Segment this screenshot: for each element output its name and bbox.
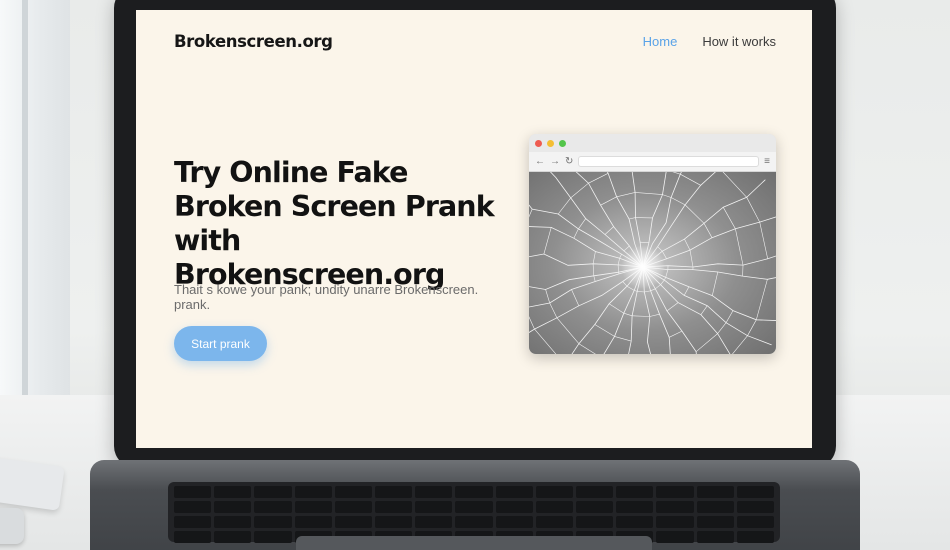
laptop-keyboard xyxy=(168,482,780,543)
hero-subtitle: Thait s kowe your pank; undity unarre Br… xyxy=(174,282,479,312)
keyboard-key xyxy=(375,501,413,513)
keyboard-key xyxy=(535,486,573,498)
keyboard-key xyxy=(254,516,292,528)
nav-link-how-it-works[interactable]: How it works xyxy=(702,34,776,49)
brand-logo[interactable]: Brokenscreen.org xyxy=(174,32,333,51)
keyboard-key xyxy=(214,486,252,498)
keyboard-key xyxy=(174,516,212,528)
keyboard-key xyxy=(576,516,614,528)
keyboard-key xyxy=(214,501,252,513)
hero-title: Try Online Fake Broken Screen Prank with… xyxy=(174,156,495,291)
keyboard-key xyxy=(495,516,533,528)
keyboard-key xyxy=(495,501,533,513)
laptop-screen: Brokenscreen.org Home How it works Try O… xyxy=(136,10,812,448)
keyboard-key xyxy=(736,516,774,528)
menu-icon: ≡ xyxy=(764,155,770,167)
keyboard-key xyxy=(616,516,654,528)
keyboard-key xyxy=(495,486,533,498)
keyboard-key xyxy=(696,501,734,513)
cracked-glass-image xyxy=(529,172,776,354)
keyboard-key xyxy=(736,531,774,543)
keyboard-key xyxy=(375,516,413,528)
keyboard-key xyxy=(656,516,694,528)
keyboard-key xyxy=(696,531,734,543)
start-prank-button[interactable]: Start prank xyxy=(174,326,267,361)
mockup-toolbar: ← → ↻ ≡ xyxy=(529,152,776,172)
room-window xyxy=(0,0,70,400)
keyboard-key xyxy=(214,531,252,543)
keyboard-key xyxy=(576,501,614,513)
keyboard-key xyxy=(736,501,774,513)
mockup-address-bar xyxy=(578,156,760,167)
back-arrow-icon: ← xyxy=(535,155,545,167)
keyboard-key xyxy=(214,516,252,528)
keyboard-key xyxy=(455,516,493,528)
keyboard-key xyxy=(656,531,694,543)
window-minimize-dot-icon xyxy=(547,139,554,147)
mockup-title-bar xyxy=(529,134,776,152)
keyboard-key xyxy=(334,486,372,498)
room-window-frame xyxy=(22,0,28,400)
keyboard-key xyxy=(415,501,453,513)
keyboard-key xyxy=(174,531,212,543)
keyboard-key xyxy=(294,486,332,498)
keyboard-key xyxy=(616,486,654,498)
window-close-dot-icon xyxy=(535,139,542,147)
browser-mockup-illustration: ← → ↻ ≡ xyxy=(529,134,776,354)
keyboard-key xyxy=(415,516,453,528)
keyboard-key xyxy=(616,501,654,513)
keyboard-key xyxy=(254,531,292,543)
nav-link-home[interactable]: Home xyxy=(643,34,678,49)
keyboard-key xyxy=(375,486,413,498)
keyboard-key xyxy=(455,486,493,498)
keyboard-key xyxy=(535,516,573,528)
keyboard-key xyxy=(535,501,573,513)
laptop-trackpad xyxy=(296,536,652,550)
keyboard-key xyxy=(455,501,493,513)
keyboard-key xyxy=(334,516,372,528)
keyboard-key xyxy=(696,486,734,498)
keyboard-key xyxy=(174,486,212,498)
top-nav: Home How it works xyxy=(643,34,776,49)
keyboard-key xyxy=(415,486,453,498)
keyboard-key xyxy=(656,501,694,513)
forward-arrow-icon: → xyxy=(550,155,560,167)
keyboard-key xyxy=(294,516,332,528)
keyboard-key xyxy=(254,486,292,498)
keyboard-key xyxy=(254,501,292,513)
keyboard-key xyxy=(174,501,212,513)
window-maximize-dot-icon xyxy=(559,139,566,147)
desk-object xyxy=(0,508,24,544)
keyboard-key xyxy=(656,486,694,498)
keyboard-key xyxy=(576,486,614,498)
keyboard-key xyxy=(334,501,372,513)
desk-notebook xyxy=(0,457,65,511)
keyboard-key xyxy=(696,516,734,528)
keyboard-key xyxy=(736,486,774,498)
keyboard-key xyxy=(294,501,332,513)
reload-icon: ↻ xyxy=(565,155,574,167)
